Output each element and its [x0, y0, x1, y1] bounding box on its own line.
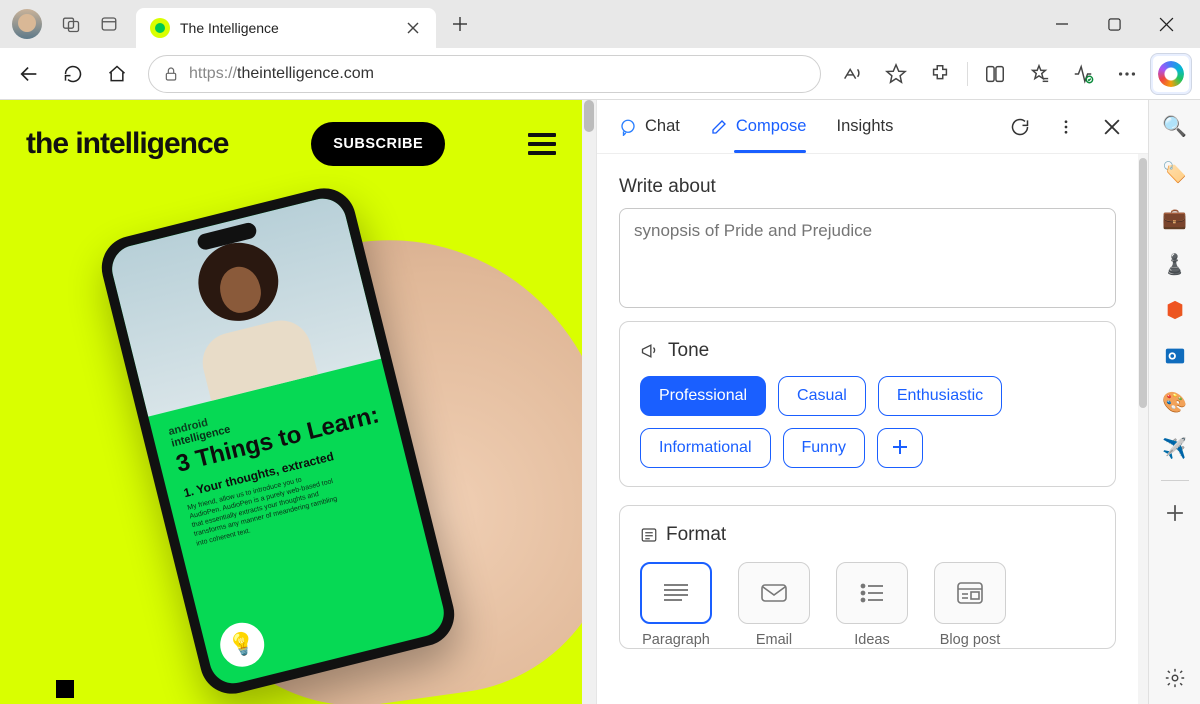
- tone-casual[interactable]: Casual: [778, 376, 866, 416]
- subscribe-button[interactable]: SUBSCRIBE: [311, 122, 445, 166]
- site-header: the intelligence SUBSCRIBE: [0, 100, 582, 180]
- decorative-square: [56, 680, 74, 698]
- prompt-input[interactable]: [619, 208, 1116, 308]
- tab-actions-icon[interactable]: [90, 5, 128, 43]
- refresh-button[interactable]: [52, 53, 94, 95]
- compose-icon: [710, 118, 728, 136]
- split-screen-icon[interactable]: [974, 53, 1016, 95]
- format-label-ideas: Ideas: [854, 632, 889, 648]
- megaphone-icon: [640, 341, 660, 361]
- profile-avatar[interactable]: [12, 9, 42, 39]
- tab-insights-label: Insights: [836, 117, 893, 136]
- format-label-paragraph: Paragraph: [642, 632, 710, 648]
- more-icon[interactable]: [1106, 53, 1148, 95]
- minimize-button[interactable]: [1036, 5, 1088, 43]
- format-label: Format: [640, 524, 1095, 546]
- maximize-button[interactable]: [1088, 5, 1140, 43]
- format-blog[interactable]: Blog post: [934, 562, 1006, 648]
- outlook-icon[interactable]: [1161, 342, 1189, 370]
- add-sidebar-icon[interactable]: [1161, 499, 1189, 527]
- send-icon[interactable]: ✈️: [1161, 434, 1189, 462]
- search-icon[interactable]: 🔍: [1161, 112, 1189, 140]
- shopping-icon[interactable]: 🏷️: [1161, 158, 1189, 186]
- bulb-icon: 💡: [216, 618, 269, 671]
- copilot-button[interactable]: [1150, 53, 1192, 95]
- designer-icon[interactable]: 🎨: [1161, 388, 1189, 416]
- panel-scrollbar[interactable]: [1138, 154, 1148, 704]
- format-paragraph[interactable]: Paragraph: [640, 562, 712, 648]
- refresh-panel-icon[interactable]: [1006, 113, 1034, 141]
- tab-favicon: [150, 18, 170, 38]
- main-content: the intelligence SUBSCRIBE androidintell…: [0, 100, 1200, 704]
- tab-insights[interactable]: Insights: [836, 100, 893, 153]
- toolbar-divider: [967, 62, 968, 86]
- format-label-email: Email: [756, 632, 792, 648]
- format-label-blog: Blog post: [940, 632, 1000, 648]
- extensions-icon[interactable]: [919, 53, 961, 95]
- read-aloud-icon[interactable]: [831, 53, 873, 95]
- home-button[interactable]: [96, 53, 138, 95]
- tab-title: The Intelligence: [180, 20, 354, 36]
- edge-sidebar: 🔍 🏷️ 💼 ♟️ 🎨 ✈️: [1148, 100, 1200, 704]
- tone-funny[interactable]: Funny: [783, 428, 865, 468]
- panel-body: Write about 0/2000 Tone Professional Cas…: [597, 154, 1138, 704]
- tone-enthusiastic[interactable]: Enthusiastic: [878, 376, 1002, 416]
- format-ideas[interactable]: Ideas: [836, 562, 908, 648]
- close-window-button[interactable]: [1140, 5, 1192, 43]
- performance-icon[interactable]: [1062, 53, 1104, 95]
- format-email[interactable]: Email: [738, 562, 810, 648]
- favorite-icon[interactable]: [875, 53, 917, 95]
- panel-tabs: Chat Compose Insights: [597, 100, 1148, 154]
- lock-icon: [163, 66, 179, 82]
- tab-chat-label: Chat: [645, 117, 680, 136]
- copilot-icon: [1158, 61, 1184, 87]
- tone-informational[interactable]: Informational: [640, 428, 771, 468]
- format-card: Format Paragraph Email Ideas: [619, 505, 1116, 649]
- m365-icon[interactable]: [1161, 296, 1189, 324]
- games-icon[interactable]: ♟️: [1161, 250, 1189, 278]
- workspaces-icon[interactable]: [52, 5, 90, 43]
- menu-icon[interactable]: [528, 133, 556, 155]
- settings-icon[interactable]: [1161, 664, 1189, 692]
- tone-card: Tone Professional Casual Enthusiastic In…: [619, 321, 1116, 487]
- sidebar-divider: [1161, 480, 1189, 481]
- write-about-label: Write about: [619, 176, 1116, 198]
- close-tab-icon[interactable]: [404, 19, 422, 37]
- url-text: https://theintelligence.com: [189, 65, 374, 83]
- tab-chat[interactable]: Chat: [619, 100, 680, 153]
- page-scrollbar[interactable]: [582, 100, 596, 704]
- panel-more-icon[interactable]: [1052, 113, 1080, 141]
- tone-add[interactable]: [877, 428, 923, 468]
- close-panel-icon[interactable]: [1098, 113, 1126, 141]
- tab-compose-label: Compose: [736, 117, 807, 136]
- favorites-list-icon[interactable]: [1018, 53, 1060, 95]
- new-tab-button[interactable]: [442, 6, 478, 42]
- window-controls: [1036, 5, 1192, 43]
- chat-icon: [619, 118, 637, 136]
- format-icon: [640, 526, 658, 544]
- tone-professional[interactable]: Professional: [640, 376, 766, 416]
- window-titlebar: The Intelligence: [0, 0, 1200, 48]
- browser-toolbar: https://theintelligence.com: [0, 48, 1200, 100]
- back-button[interactable]: [8, 53, 50, 95]
- tools-icon[interactable]: 💼: [1161, 204, 1189, 232]
- browser-tab[interactable]: The Intelligence: [136, 8, 436, 48]
- address-bar[interactable]: https://theintelligence.com: [148, 55, 821, 93]
- webpage-viewport: the intelligence SUBSCRIBE androidintell…: [0, 100, 582, 704]
- site-logo: the intelligence: [26, 127, 228, 161]
- tab-compose[interactable]: Compose: [710, 100, 807, 153]
- hero-image: androidintelligence 3 Things to Learn: 1…: [0, 180, 582, 660]
- compose-panel: Chat Compose Insights Write about 0/2000: [596, 100, 1148, 704]
- tone-label: Tone: [640, 340, 1095, 362]
